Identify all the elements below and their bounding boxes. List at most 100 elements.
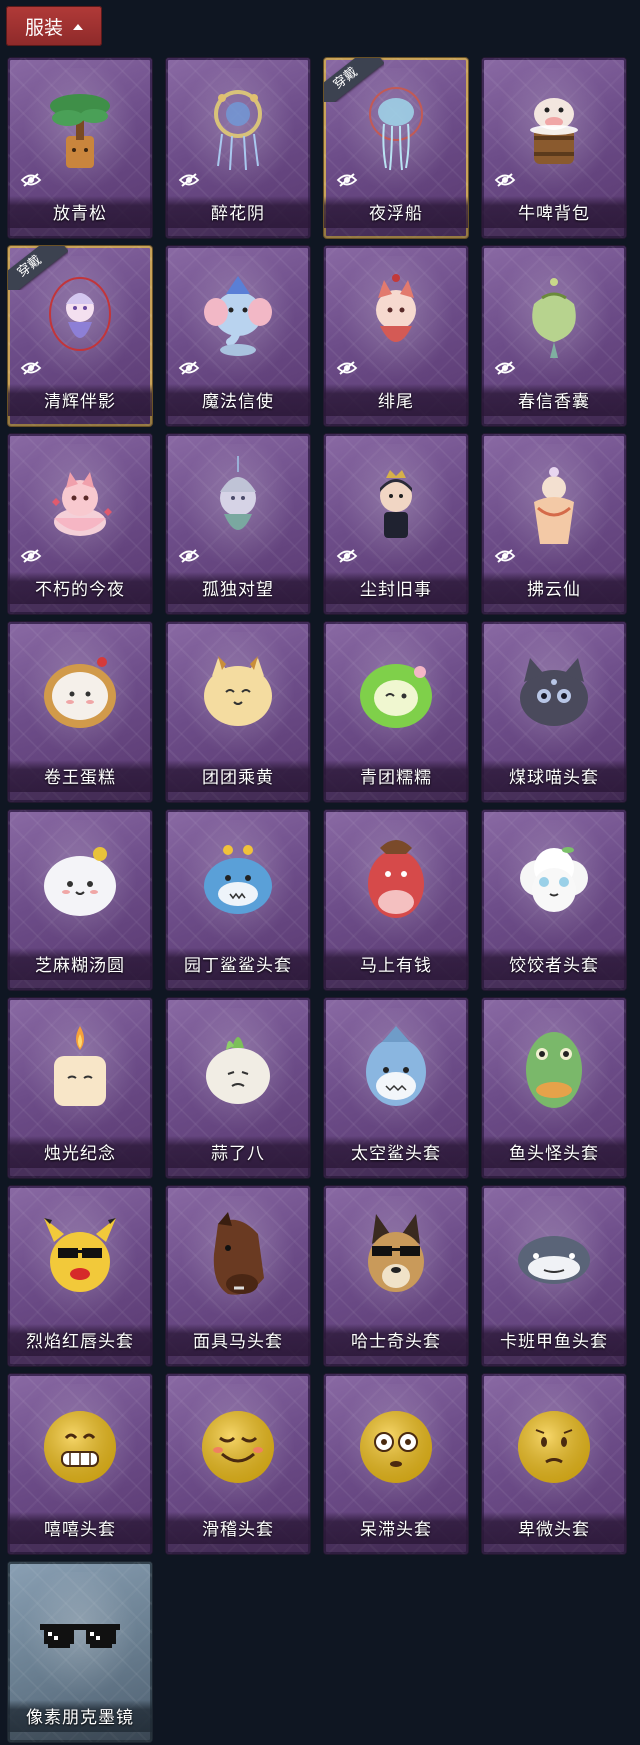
card-edge (324, 1544, 468, 1554)
immortal-charm-icon (504, 452, 604, 552)
eye-hidden-icon[interactable] (336, 360, 358, 376)
eye-hidden-icon[interactable] (494, 360, 516, 376)
card-edge (324, 980, 468, 990)
dumpling-cloud-head-icon (504, 828, 604, 928)
item-card[interactable]: 烈焰红唇头套 (8, 1186, 152, 1366)
item-card[interactable]: 呆滞头套 (324, 1374, 468, 1554)
item-card[interactable]: 牛啤背包 (482, 58, 626, 238)
section-header-costume[interactable]: 服装 (6, 6, 102, 46)
item-card[interactable]: 卑微头套 (482, 1374, 626, 1554)
fish-monster-head-icon (504, 1016, 604, 1116)
eye-hidden-icon[interactable] (178, 548, 200, 564)
item-card[interactable]: 卷王蛋糕 (8, 622, 152, 802)
item-name: 面具马头套 (193, 1332, 283, 1352)
equipped-badge: 穿戴 (8, 246, 68, 290)
grin-emoji-head-icon (30, 1392, 130, 1492)
item-card[interactable]: 团团乘黄 (166, 622, 310, 802)
catfish-head-icon (504, 1204, 604, 1304)
item-card[interactable]: 饺饺者头套 (482, 810, 626, 990)
card-edge (324, 1356, 468, 1366)
item-card[interactable]: 放青松 (8, 58, 152, 238)
item-card[interactable]: 鱼头怪头套 (482, 998, 626, 1178)
card-edge (482, 228, 626, 238)
card-edge (8, 1356, 152, 1366)
item-card[interactable]: 魔法信使 (166, 246, 310, 426)
eye-hidden-icon[interactable] (336, 172, 358, 188)
item-card[interactable]: 清辉伴影 穿戴 (8, 246, 152, 426)
item-name: 卷王蛋糕 (44, 768, 116, 788)
item-card[interactable]: 蒜了八 (166, 998, 310, 1178)
item-name: 鱼头怪头套 (509, 1144, 599, 1164)
item-name: 像素朋克墨镜 (26, 1708, 134, 1728)
eye-hidden-icon[interactable] (20, 360, 42, 376)
item-card[interactable]: 卡班甲鱼头套 (482, 1186, 626, 1366)
garlic-head-icon (188, 1016, 288, 1116)
item-name: 牛啤背包 (518, 204, 590, 224)
pixel-sunglasses-icon (30, 1580, 130, 1680)
item-card[interactable]: 煤球喵头套 (482, 622, 626, 802)
item-card[interactable]: 滑稽头套 (166, 1374, 310, 1554)
item-name: 园丁鲨鲨头套 (184, 956, 292, 976)
item-card[interactable]: 太空鲨头套 (324, 998, 468, 1178)
section-title: 服装 (24, 16, 63, 39)
sachet-icon (504, 264, 604, 364)
eye-hidden-icon[interactable] (178, 360, 200, 376)
card-edge (166, 416, 310, 426)
item-card[interactable]: 拂云仙 (482, 434, 626, 614)
card-edge (166, 980, 310, 990)
item-name: 蒜了八 (211, 1144, 265, 1164)
item-card[interactable]: 绯尾 (324, 246, 468, 426)
pikachu-lips-head-icon (30, 1204, 130, 1304)
card-edge (324, 228, 468, 238)
item-name: 哈士奇头套 (351, 1332, 441, 1352)
item-name: 清辉伴影 (44, 392, 116, 412)
item-card[interactable]: 醉花阴 (166, 58, 310, 238)
item-card[interactable]: 不朽的今夜 (8, 434, 152, 614)
item-card[interactable]: 青团糯糯 (324, 622, 468, 802)
eye-hidden-icon[interactable] (494, 172, 516, 188)
eye-hidden-icon[interactable] (494, 548, 516, 564)
item-name: 绯尾 (378, 392, 414, 412)
tangyuan-head-icon (30, 828, 130, 928)
card-edge (8, 604, 152, 614)
pine-bonsai-icon (30, 76, 130, 176)
item-card[interactable]: 尘封旧事 (324, 434, 468, 614)
item-card[interactable]: 哈士奇头套 (324, 1186, 468, 1366)
horse-mask-head-icon (188, 1204, 288, 1304)
eye-hidden-icon[interactable] (20, 172, 42, 188)
card-edge (8, 980, 152, 990)
item-card[interactable]: 烛光纪念 (8, 998, 152, 1178)
card-edge (324, 416, 468, 426)
space-shark-head-icon (346, 1016, 446, 1116)
item-card[interactable]: 嘻嘻头套 (8, 1374, 152, 1554)
card-edge (166, 1544, 310, 1554)
card-edge (8, 792, 152, 802)
eye-hidden-icon[interactable] (20, 548, 42, 564)
card-edge (324, 1168, 468, 1178)
card-edge (8, 416, 152, 426)
eye-hidden-icon[interactable] (178, 172, 200, 188)
item-card[interactable]: 春信香囊 (482, 246, 626, 426)
card-edge (166, 1356, 310, 1366)
item-card[interactable]: 夜浮船 穿戴 (324, 58, 468, 238)
dreamcatcher-icon (188, 76, 288, 176)
item-card[interactable]: 像素朋克墨镜 (8, 1562, 152, 1742)
item-name: 饺饺者头套 (509, 956, 599, 976)
card-edge (8, 1544, 152, 1554)
item-name: 魔法信使 (202, 392, 274, 412)
item-name: 孤独对望 (202, 580, 274, 600)
item-card[interactable]: 孤独对望 (166, 434, 310, 614)
card-edge (482, 1168, 626, 1178)
item-card[interactable]: 面具马头套 (166, 1186, 310, 1366)
item-card[interactable]: 园丁鲨鲨头套 (166, 810, 310, 990)
item-name: 滑稽头套 (202, 1520, 274, 1540)
item-name: 春信香囊 (518, 392, 590, 412)
equipped-badge-text: 穿戴 (8, 246, 68, 290)
item-name: 醉花阴 (211, 204, 265, 224)
eye-hidden-icon[interactable] (336, 548, 358, 564)
item-card[interactable]: 马上有钱 (324, 810, 468, 990)
item-name: 太空鲨头套 (351, 1144, 441, 1164)
husky-head-icon (346, 1204, 446, 1304)
item-card[interactable]: 芝麻糊汤圆 (8, 810, 152, 990)
card-edge (482, 416, 626, 426)
